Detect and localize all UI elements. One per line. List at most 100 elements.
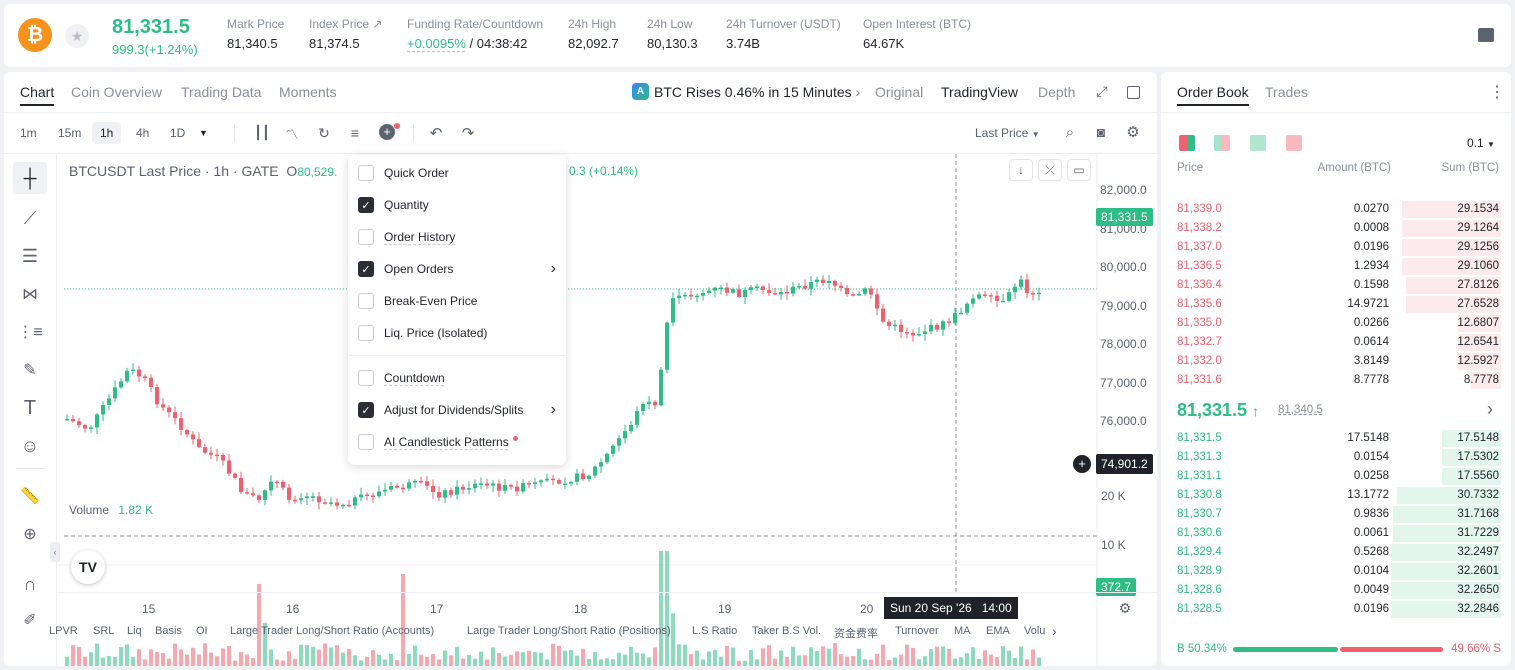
ask-row[interactable]: 81,339.0 0.0270 29.1534: [1161, 200, 1511, 219]
chevron-right-icon[interactable]: ›: [1487, 399, 1493, 420]
text-tool-icon[interactable]: T: [13, 392, 47, 424]
fib-tool-icon[interactable]: ⋮≡: [13, 316, 47, 348]
timeframe-1m[interactable]: 1m: [12, 122, 45, 144]
menu-adjust-dividends[interactable]: ✓ Adjust for Dividends/Splits ›: [358, 398, 556, 422]
bid-row[interactable]: 81,331.3 0.0154 17.5302: [1161, 448, 1511, 467]
checkbox-checked[interactable]: ✓: [358, 197, 374, 213]
more-menu-icon[interactable]: ⋮: [1489, 82, 1505, 102]
emoji-tool-icon[interactable]: ☺: [13, 430, 47, 462]
favorite-star-icon[interactable]: ★: [65, 24, 89, 48]
chart-settings-icon[interactable]: ⚙: [1117, 600, 1133, 616]
indicator-ls-accounts[interactable]: Large Trader Long/Short Ratio (Accounts): [230, 625, 434, 637]
ask-row[interactable]: 81,336.5 1.2934 29.1060: [1161, 257, 1511, 276]
bid-row[interactable]: 81,328.6 0.0049 32.2650: [1161, 581, 1511, 600]
menu-ai-patterns[interactable]: AI Candlestick Patterns: [358, 430, 518, 454]
view-depth[interactable]: Depth: [1038, 84, 1075, 100]
indicator-basis[interactable]: Basis: [155, 625, 182, 637]
gear-icon[interactable]: ⚙: [1124, 123, 1142, 141]
collapse-icon[interactable]: ⤫: [1038, 159, 1062, 181]
search-icon[interactable]: ⌕: [1061, 123, 1079, 141]
mid-price[interactable]: 81,331.5 ↑: [1177, 400, 1259, 421]
menu-countdown[interactable]: Countdown: [358, 366, 445, 390]
indicator-liq[interactable]: Liq: [127, 625, 142, 637]
timeframe-4h[interactable]: 4h: [128, 122, 157, 144]
bid-row[interactable]: 81,329.4 0.5268 32.2497: [1161, 543, 1511, 562]
indicators-icon[interactable]: 〽: [283, 124, 301, 142]
ask-row[interactable]: 81,338.2 0.0008 29.1264: [1161, 219, 1511, 238]
indicator-funding-rate[interactable]: 资金费率: [834, 625, 878, 641]
indicator-ema[interactable]: EMA: [986, 625, 1010, 637]
view-both-icon[interactable]: [1179, 135, 1195, 151]
menu-quick-order[interactable]: Quick Order: [358, 161, 449, 185]
menu-liq-price[interactable]: Liq. Price (Isolated): [358, 321, 487, 345]
ruler-tool-icon[interactable]: 📏: [13, 480, 47, 512]
template-icon[interactable]: ≡: [346, 124, 364, 142]
bid-row[interactable]: 81,330.8 13.1772 30.7332: [1161, 486, 1511, 505]
timeframe-dropdown-icon[interactable]: ▼: [199, 128, 208, 138]
bid-row[interactable]: 81,330.7 0.9836 31.7168: [1161, 505, 1511, 524]
indicator-ls-positions[interactable]: Large Trader Long/Short Ratio (Positions…: [467, 625, 671, 637]
tab-chart[interactable]: Chart: [20, 84, 54, 100]
bid-row[interactable]: 81,331.1 0.0258 17.5560: [1161, 467, 1511, 486]
view-tradingview[interactable]: TradingView: [941, 84, 1018, 100]
tradingview-logo[interactable]: TV: [71, 550, 105, 584]
timeframe-15m[interactable]: 15m: [50, 122, 89, 144]
replay-icon[interactable]: ↻: [315, 124, 333, 142]
magnet-tool-icon[interactable]: ∩: [13, 568, 47, 600]
bid-row[interactable]: 81,328.9 0.0104 32.2601: [1161, 562, 1511, 581]
view-bids-icon[interactable]: [1214, 135, 1230, 151]
tab-coin-overview[interactable]: Coin Overview: [71, 84, 162, 100]
checkbox[interactable]: [358, 370, 374, 386]
trend-line-tool-icon[interactable]: ⟋: [13, 202, 47, 234]
tab-order-book[interactable]: Order Book: [1177, 84, 1249, 100]
brush-tool-icon[interactable]: ✎: [13, 354, 47, 386]
view-original[interactable]: Original: [875, 84, 923, 100]
bid-row[interactable]: 81,331.5 17.5148 17.5148: [1161, 429, 1511, 448]
menu-quantity[interactable]: ✓ Quantity: [358, 193, 429, 217]
indicator-taker-vol[interactable]: Taker B.S Vol.: [752, 625, 821, 637]
chevron-right-icon[interactable]: ›: [1052, 623, 1057, 639]
checkbox-checked[interactable]: ✓: [358, 402, 374, 418]
ask-row[interactable]: 81,335.0 0.0266 12.6807: [1161, 314, 1511, 333]
view-sells-icon[interactable]: [1286, 135, 1302, 151]
tab-trading-data[interactable]: Trading Data: [181, 84, 261, 100]
book-icon[interactable]: [1478, 28, 1494, 42]
timeframe-1d[interactable]: 1D: [162, 122, 193, 144]
camera-icon[interactable]: ◙: [1092, 123, 1110, 141]
undo-icon[interactable]: ↶: [427, 124, 445, 142]
tab-trades[interactable]: Trades: [1265, 84, 1308, 100]
checkbox[interactable]: [358, 293, 374, 309]
stat-index-price[interactable]: Index Price ↗ 81,374.5: [309, 17, 382, 51]
checkbox[interactable]: [358, 229, 374, 245]
horizontal-lines-tool-icon[interactable]: ☰: [13, 240, 47, 272]
indicator-srl[interactable]: SRL: [93, 625, 114, 637]
timeframe-1h[interactable]: 1h: [92, 122, 122, 144]
checkbox[interactable]: [358, 434, 374, 450]
indicator-lpvr[interactable]: LPVR: [49, 625, 78, 637]
menu-break-even[interactable]: Break-Even Price: [358, 289, 477, 313]
ask-row[interactable]: 81,337.0 0.0196 29.1256: [1161, 238, 1511, 257]
indicator-turnover[interactable]: Turnover: [895, 625, 939, 637]
zoom-in-tool-icon[interactable]: ⊕: [13, 518, 47, 550]
pattern-tool-icon[interactable]: ⋈: [13, 278, 47, 310]
bid-row[interactable]: 81,328.5 0.0196 32.2846: [1161, 600, 1511, 619]
bid-row[interactable]: 81,330.6 0.0061 31.7229: [1161, 524, 1511, 543]
precision-select[interactable]: 0.1 ▼: [1467, 136, 1495, 150]
add-indicator-icon[interactable]: +: [379, 124, 395, 140]
price-type-select[interactable]: Last Price ▼: [975, 126, 1040, 140]
indicator-oi[interactable]: OI: [196, 625, 208, 637]
ask-row[interactable]: 81,331.6 8.7778 8.7778: [1161, 371, 1511, 390]
price-alert-link[interactable]: BTC Rises 0.46% in 15 Minutes ›: [654, 84, 860, 100]
ask-row[interactable]: 81,332.0 3.8149 12.5927: [1161, 352, 1511, 371]
ask-row[interactable]: 81,332.7 0.0614 12.6541: [1161, 333, 1511, 352]
funding-rate-value[interactable]: +0.0095%: [407, 36, 466, 51]
tab-moments[interactable]: Moments: [279, 84, 337, 100]
menu-open-orders[interactable]: ✓ Open Orders ›: [358, 257, 556, 281]
window-icon[interactable]: [1127, 86, 1140, 99]
checkbox[interactable]: [358, 325, 374, 341]
scroll-down-icon[interactable]: ↓: [1009, 159, 1033, 181]
redo-icon[interactable]: ↷: [459, 124, 477, 142]
indicator-ma[interactable]: MA: [954, 625, 971, 637]
indicator-ls-ratio[interactable]: L.S Ratio: [692, 625, 737, 637]
crosshair-add-icon[interactable]: +: [1073, 455, 1091, 473]
